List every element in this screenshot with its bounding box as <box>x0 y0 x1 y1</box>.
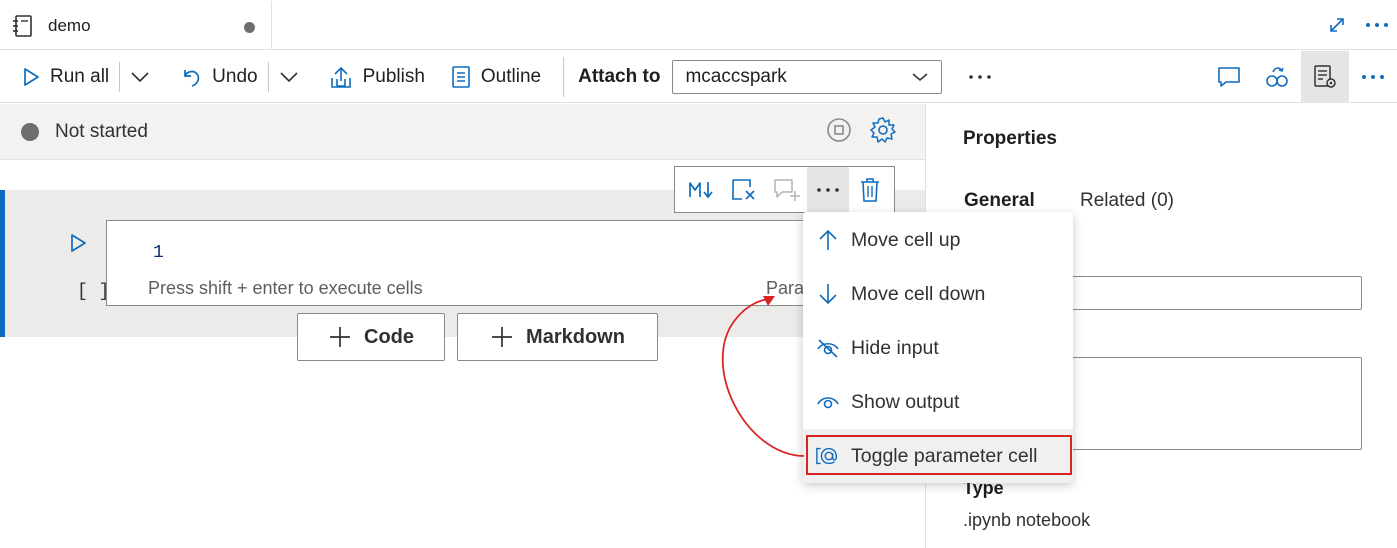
highlight-outline <box>806 435 1072 475</box>
toolbar-right-actions <box>1205 51 1397 103</box>
stop-session-icon[interactable] <box>825 116 853 144</box>
status-actions <box>825 116 897 144</box>
play-icon <box>22 67 40 87</box>
arrow-up-icon <box>815 228 841 252</box>
comment-icon[interactable] <box>1205 51 1253 103</box>
status-indicator-icon <box>21 122 39 141</box>
properties-title: Properties <box>963 128 1057 149</box>
attach-to-select[interactable]: mcaccspark <box>672 59 943 94</box>
menu-item-label: Move cell up <box>851 228 961 251</box>
description-field[interactable] <box>1056 357 1362 450</box>
attach-to-label: Attach to <box>578 65 661 87</box>
publish-icon <box>329 65 353 89</box>
chevron-down-icon <box>279 71 299 83</box>
tab-bar: demo <box>0 0 1397 50</box>
add-comment-icon[interactable] <box>765 167 807 212</box>
unsaved-dot-icon <box>244 22 255 33</box>
name-field[interactable] <box>1056 276 1362 310</box>
tab-general[interactable]: General <box>964 190 1035 212</box>
toolbar-divider <box>119 61 121 92</box>
toolbar-divider <box>563 56 565 97</box>
session-status-bar: Not started <box>0 104 925 160</box>
tab-related[interactable]: Related (0) <box>1080 190 1174 212</box>
parameters-tag: Parameters <box>766 278 806 298</box>
add-markdown-label: Markdown <box>526 325 625 348</box>
menu-item-hide-input[interactable]: Hide input <box>803 321 1073 375</box>
tab-demo[interactable]: demo <box>0 0 272 50</box>
run-all-button[interactable]: Run all <box>14 57 117 97</box>
notebook-icon <box>12 14 34 38</box>
menu-item-toggle-parameter-cell[interactable]: Toggle parameter cell <box>803 429 1073 483</box>
menu-item-label: Show output <box>851 390 960 413</box>
toolbar-more-button[interactable] <box>960 57 1000 97</box>
session-icon[interactable] <box>1253 51 1301 103</box>
publish-button[interactable]: Publish <box>321 57 433 97</box>
markdown-toggle-icon[interactable] <box>681 167 723 212</box>
more-options-icon[interactable] <box>1349 51 1397 103</box>
cell-context-menu: Move cell up Move cell down Hide input S… <box>803 212 1073 483</box>
execute-hint: Press shift + enter to execute cells <box>148 278 423 298</box>
outline-icon <box>451 65 471 89</box>
menu-item-move-cell-down[interactable]: Move cell down <box>803 267 1073 321</box>
plus-icon <box>490 325 514 349</box>
eye-icon <box>815 392 841 412</box>
undo-dropdown-button[interactable] <box>271 57 307 97</box>
clear-output-icon[interactable] <box>723 167 765 212</box>
run-dropdown-button[interactable] <box>122 57 158 97</box>
execution-count: [ ] <box>77 282 110 302</box>
tab-actions <box>1317 0 1397 50</box>
status-text: Not started <box>55 120 148 142</box>
properties-icon[interactable] <box>1301 51 1349 103</box>
gear-icon[interactable] <box>869 116 897 144</box>
run-all-label: Run all <box>50 65 110 87</box>
more-cell-actions-icon[interactable] <box>807 167 849 212</box>
add-code-cell-button[interactable]: Code <box>297 313 445 361</box>
more-options-icon[interactable] <box>1357 5 1397 45</box>
expand-icon[interactable] <box>1317 5 1357 45</box>
add-code-label: Code <box>364 325 414 348</box>
menu-item-label: Move cell down <box>851 282 986 305</box>
menu-item-label: Hide input <box>851 336 939 359</box>
tab-title: demo <box>48 16 91 35</box>
chevron-down-icon <box>911 72 929 82</box>
menu-item-move-cell-up[interactable]: Move cell up <box>803 213 1073 267</box>
outline-button[interactable]: Outline <box>443 57 549 97</box>
cell-editor[interactable]: 1 Press shift + enter to execute cells P… <box>106 220 826 306</box>
toolbar-divider <box>267 61 269 92</box>
more-options-icon <box>968 74 992 80</box>
undo-icon <box>180 66 202 88</box>
publish-label: Publish <box>362 65 425 87</box>
attach-to-value: mcaccspark <box>685 65 787 87</box>
undo-button[interactable]: Undo <box>172 57 265 97</box>
add-markdown-cell-button[interactable]: Markdown <box>457 313 658 361</box>
arrow-down-icon <box>815 282 841 306</box>
undo-label: Undo <box>212 65 258 87</box>
cell-toolbar <box>674 166 895 213</box>
outline-label: Outline <box>480 65 542 87</box>
run-cell-icon[interactable] <box>69 233 87 253</box>
chevron-down-icon <box>130 71 150 83</box>
line-number: 1 <box>153 243 164 263</box>
menu-item-show-output[interactable]: Show output <box>803 375 1073 429</box>
delete-icon[interactable] <box>849 167 891 212</box>
eye-off-icon <box>815 337 841 359</box>
type-value: .ipynb notebook <box>963 510 1091 530</box>
notebook-toolbar: Run all Undo Publish Outline Attach to m… <box>0 51 1397 103</box>
plus-icon <box>328 325 352 349</box>
